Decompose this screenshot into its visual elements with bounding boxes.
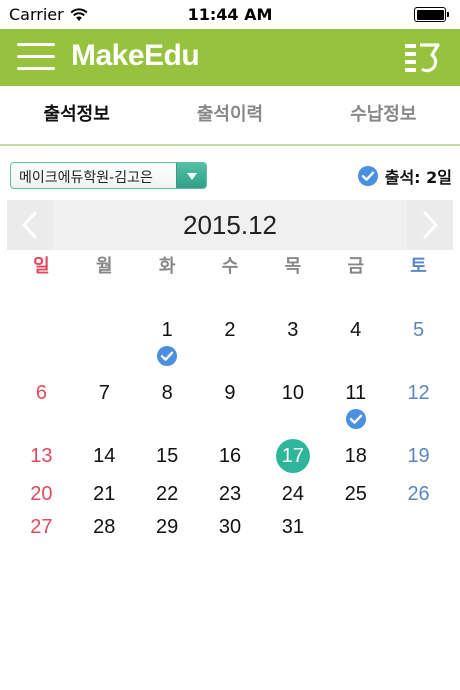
app-logo: MakeEdu — [71, 39, 200, 72]
calendar-day-today[interactable]: 17 — [261, 439, 324, 473]
nav-bar: MakeEdu — [0, 29, 460, 86]
calendar-day[interactable]: 24 — [261, 477, 324, 511]
calendar-day[interactable]: 29 — [136, 510, 199, 544]
calendar-day[interactable]: 14 — [73, 439, 136, 473]
calendar-day[interactable]: 26 — [387, 477, 450, 511]
calendar-day-number: 7 — [98, 382, 110, 404]
calendar-day[interactable]: 22 — [136, 477, 199, 511]
calendar-day-number: 18 — [344, 445, 367, 467]
calendar-month-title: 2015.12 — [183, 210, 277, 240]
calendar-day[interactable]: 3 — [261, 313, 324, 347]
weekday-wed: 수 — [221, 256, 239, 277]
calendar-day-number: 9 — [224, 382, 236, 404]
battery-icon — [414, 7, 449, 22]
calendar-day[interactable]: 1 — [136, 313, 199, 366]
tab-attendance-history[interactable]: 출석이력 — [153, 86, 306, 144]
calendar-day[interactable]: 18 — [324, 439, 387, 473]
tab-payment-info[interactable]: 수납정보 — [307, 86, 460, 144]
calendar-day[interactable]: 7 — [73, 376, 136, 410]
chevron-down-icon[interactable] — [176, 163, 206, 188]
chevron-left-icon — [21, 210, 38, 240]
calendar-day[interactable]: 30 — [199, 510, 262, 544]
calendar-day[interactable]: 8 — [136, 376, 199, 410]
status-bar: Carrier 11:44 AM — [0, 0, 460, 29]
weekday-thu: 목 — [284, 256, 302, 277]
calendar-day-number: 14 — [93, 445, 116, 467]
calendar-day-number: 30 — [218, 516, 242, 538]
calendar-day-number: 1 — [161, 319, 173, 341]
prev-month-button[interactable] — [7, 200, 53, 250]
weekday-fri: 금 — [347, 256, 364, 277]
calendar-day[interactable]: 2 — [199, 313, 262, 347]
tab-attendance-info[interactable]: 출석정보 — [0, 86, 153, 144]
calendar-day[interactable]: 11 — [324, 376, 387, 429]
book-list-icon[interactable] — [404, 42, 442, 74]
chevron-right-icon — [422, 210, 439, 240]
calendar-day[interactable]: 28 — [73, 510, 136, 544]
calendar-day-number: 16 — [218, 445, 242, 467]
calendar-day-number: 20 — [30, 483, 53, 505]
calendar-day[interactable]: 23 — [199, 477, 262, 511]
attendance-summary: 출석: 2일 — [357, 164, 452, 188]
calendar-day[interactable]: 4 — [324, 313, 387, 347]
calendar-day[interactable]: 27 — [10, 510, 73, 544]
calendar-day-number: 12 — [407, 382, 430, 404]
calendar-day[interactable]: 13 — [10, 439, 73, 473]
calendar-day-number: 21 — [93, 483, 116, 505]
weekday-mon: 월 — [96, 256, 113, 277]
calendar-day[interactable]: 25 — [324, 477, 387, 511]
attendance-check-icon — [157, 346, 178, 366]
calendar-day-number: 25 — [344, 483, 367, 505]
weekday-sat: 토 — [410, 256, 427, 277]
calendar-day[interactable]: 10 — [261, 376, 324, 410]
weekday-sun: 일 — [33, 256, 50, 277]
attendance-check-icon — [345, 409, 366, 429]
calendar-day[interactable]: 9 — [199, 376, 262, 410]
calendar-day-number: 31 — [281, 516, 304, 538]
calendar-day[interactable]: 15 — [136, 439, 199, 473]
calendar-day[interactable]: 20 — [10, 477, 73, 511]
calendar-day-number: 5 — [413, 319, 425, 341]
calendar-day-number: 10 — [281, 382, 304, 404]
weekday-row: 일 월 화 수 목 금 토 — [10, 252, 450, 280]
hamburger-menu-icon[interactable] — [17, 41, 55, 73]
calendar-day-number: 29 — [156, 516, 179, 538]
calendar-day-number: 27 — [30, 516, 53, 538]
weekday-tue: 화 — [158, 256, 176, 277]
calendar-day-number: 3 — [287, 319, 299, 341]
calendar-day-number: 8 — [161, 382, 173, 404]
calendar-day-number: 4 — [350, 319, 362, 341]
calendar-day-number: 22 — [156, 483, 179, 505]
calendar-day[interactable]: 12 — [387, 376, 450, 410]
calendar-day-number: 24 — [281, 483, 304, 505]
calendar-day-number: 19 — [407, 445, 430, 467]
calendar-day[interactable]: 31 — [261, 510, 324, 544]
tab-bar: 출석정보 출석이력 수납정보 — [0, 86, 460, 146]
calendar-day[interactable]: 21 — [73, 477, 136, 511]
student-select[interactable]: 메이크에듀학원-김고은 — [10, 162, 207, 189]
calendar-day[interactable]: 19 — [387, 439, 450, 473]
calendar-day[interactable]: 6 — [10, 376, 73, 410]
status-time: 11:44 AM — [187, 5, 273, 24]
next-month-button[interactable] — [407, 200, 453, 250]
calendar-day-number: 28 — [93, 516, 116, 538]
calendar-day-number: 13 — [30, 445, 53, 467]
student-select-value: 메이크에듀학원-김고은 — [19, 170, 153, 186]
calendar-day-number: 15 — [156, 445, 179, 467]
calendar-day-number: 11 — [345, 382, 367, 404]
calendar-day-number: 17 — [275, 439, 310, 473]
calendar-day[interactable]: 5 — [387, 313, 450, 347]
check-circle-icon — [357, 166, 378, 186]
attendance-count: 출석: 2일 — [384, 168, 452, 187]
calendar-day-number: 2 — [224, 319, 236, 341]
calendar-day-number: 6 — [35, 382, 47, 404]
calendar-day[interactable]: 16 — [199, 439, 262, 473]
calendar-header: 2015.12 — [7, 200, 453, 250]
calendar-day-number: 23 — [218, 483, 242, 505]
calendar-day-number: 26 — [407, 483, 430, 505]
